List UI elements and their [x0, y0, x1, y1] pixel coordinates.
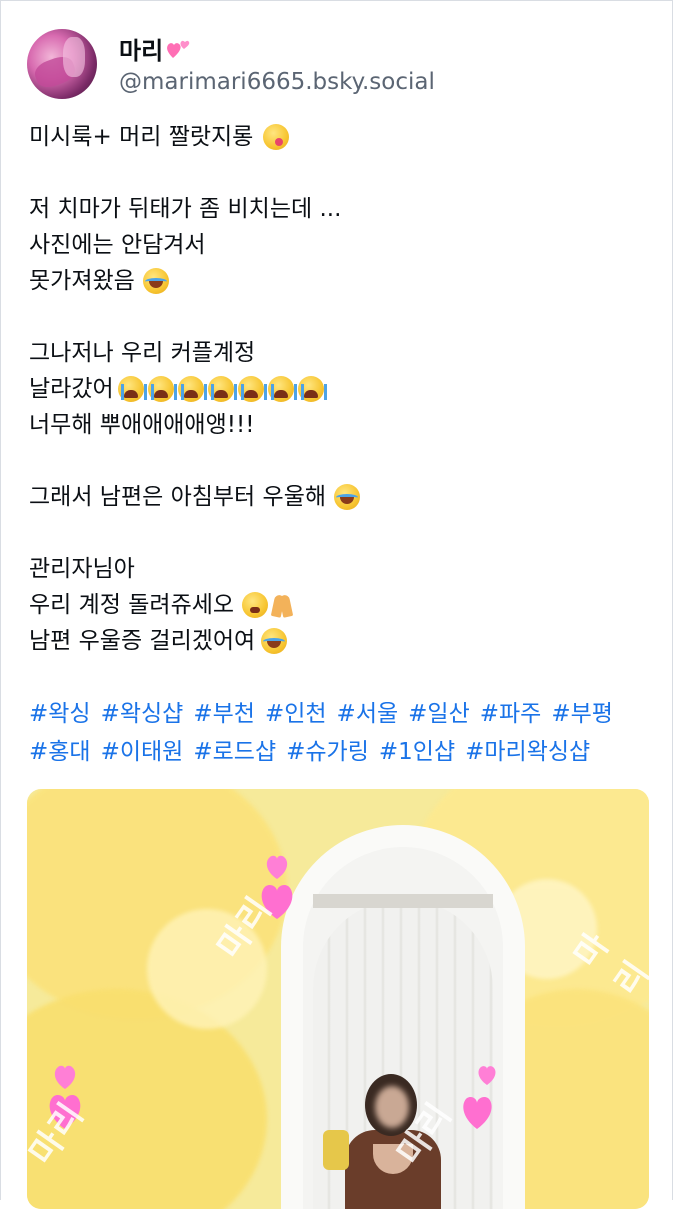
hashtag-link[interactable]: #부평	[551, 695, 613, 733]
text-line-9: 관리자님아	[29, 556, 135, 582]
crying-face-icon	[267, 376, 297, 402]
hashtag-link[interactable]: #부천	[193, 695, 255, 733]
text-line: 우리 계정 돌려쥬세오	[29, 587, 649, 623]
post-card: 마리 @marimari6665.bsky.social 미시룩+ 머리 짤랏지…	[0, 0, 673, 1209]
text-line-1: 미시룩+ 머리 짤랏지롱	[29, 124, 254, 150]
text-line-5: 그나저나 우리 커플계정	[29, 340, 256, 366]
text-line: 저 치마가 뒤태가 좀 비치는데 ...	[29, 191, 649, 227]
text-line-2: 저 치마가 뒤태가 좀 비치는데 ...	[29, 196, 342, 222]
two-hearts-icon	[167, 40, 190, 58]
hashtag-link[interactable]: #일산	[408, 695, 470, 733]
hashtag-list: #왁싱 #왁싱샵 #부천 #인천 #서울 #일산 #파주 #부평 #홍대 #이태…	[29, 695, 659, 771]
text-line: 남편 우울증 걸리겠어여	[29, 623, 649, 659]
phone-icon	[323, 1130, 349, 1170]
post-body: 미시룩+ 머리 짤랏지롱 저 치마가 뒤태가 좀 비치는데 ... 사진에는 안…	[29, 119, 649, 659]
hashtag-link[interactable]: #이태원	[101, 733, 184, 771]
hashtag-link[interactable]: #로드샵	[193, 733, 276, 771]
hashtag-link[interactable]: #1인샵	[379, 733, 455, 771]
author-name[interactable]: 마리	[119, 31, 163, 66]
yum-face-icon	[263, 124, 290, 150]
crying-face-icon	[207, 376, 237, 402]
laughing-tears-icon	[261, 628, 288, 654]
hashtag-link[interactable]: #파주	[480, 695, 542, 733]
text-line: 너무해 뿌애애애애앵!!!	[29, 407, 649, 443]
text-line-8: 그래서 남편은 아침부터 우울해	[29, 484, 327, 510]
hashtag-link[interactable]: #왁싱샵	[101, 695, 184, 733]
text-line-3: 사진에는 안담겨서	[29, 232, 206, 258]
text-line-7: 너무해 뿌애애애애앵!!!	[29, 412, 255, 438]
text-line: 그나저나 우리 커플계정	[29, 335, 649, 371]
hashtag-link[interactable]: #서울	[337, 695, 399, 733]
crying-face-icon	[237, 376, 267, 402]
text-line-11: 남편 우울증 걸리겠어여	[29, 628, 256, 654]
laughing-tears-icon	[334, 484, 361, 510]
crying-face-icon	[297, 376, 327, 402]
curtain-rod	[313, 894, 493, 908]
heart-sticker-icon	[463, 1066, 496, 1129]
tired-face-icon	[242, 592, 269, 618]
hashtag-link[interactable]: #슈가링	[286, 733, 369, 771]
hashtag-link[interactable]: #왁싱	[29, 695, 91, 733]
text-line: 그래서 남편은 아침부터 우울해	[29, 479, 649, 515]
hashtag-link[interactable]: #홍대	[29, 733, 91, 771]
laughing-tears-icon	[142, 268, 169, 294]
text-line-10: 우리 계정 돌려쥬세오	[29, 592, 235, 618]
text-line-4: 못가져왔음	[29, 268, 135, 294]
crying-face-icon	[147, 376, 177, 402]
folded-hands-icon	[270, 592, 294, 618]
hashtag-row-1: #왁싱 #왁싱샵 #부천 #인천 #서울 #일산 #파주 #부평	[29, 695, 659, 733]
text-line: 관리자님아	[29, 551, 649, 587]
hashtag-link[interactable]: #인천	[265, 695, 327, 733]
text-line-6: 날라갔어	[29, 376, 114, 402]
crying-face-icon	[117, 376, 147, 402]
hashtag-row-2: #홍대 #이태원 #로드샵 #슈가링 #1인샵 #마리왁싱샵	[29, 733, 659, 771]
post-image[interactable]: 마리 마리 마리 마리	[27, 789, 649, 1209]
text-line: 미시룩+ 머리 짤랏지롱	[29, 119, 649, 155]
hashtag-link[interactable]: #마리왁싱샵	[465, 733, 590, 771]
crying-face-icon	[177, 376, 207, 402]
author-handle[interactable]: @marimari6665.bsky.social	[119, 69, 435, 95]
text-line: 사진에는 안담겨서	[29, 227, 649, 263]
avatar[interactable]	[27, 29, 97, 99]
text-line: 날라갔어	[29, 371, 649, 407]
author-name-row[interactable]: 마리	[119, 31, 191, 66]
text-line: 못가져왔음	[29, 263, 649, 299]
